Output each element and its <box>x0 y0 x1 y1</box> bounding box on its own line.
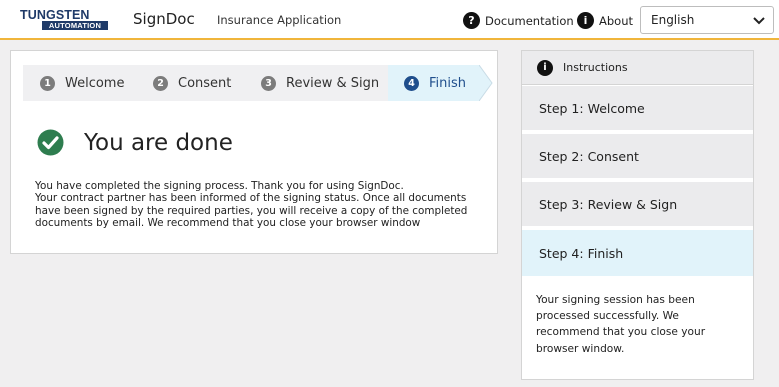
step-arrow-tip <box>479 65 493 101</box>
language-selected-value: English <box>651 13 695 27</box>
progress-step-welcome[interactable]: 1 Welcome <box>23 65 138 101</box>
completion-message: You have completed the signing process. … <box>35 180 485 229</box>
document-title: Insurance Application <box>217 13 342 27</box>
documentation-label: Documentation <box>485 13 574 28</box>
completion-message-line: have been signed by the required parties… <box>35 204 468 217</box>
check-circle-icon <box>37 129 64 156</box>
language-select[interactable]: English <box>640 6 774 34</box>
progress-step-review-sign[interactable]: 3 Review & Sign <box>246 65 388 101</box>
tungsten-automation-logo[interactable]: TUNGSTEN AUTOMATION <box>20 9 108 31</box>
instruction-step-label: Step 3: Review & Sign <box>539 196 678 212</box>
info-circle-icon: i <box>537 59 553 76</box>
instruction-step-welcome[interactable]: Step 1: Welcome <box>522 86 753 132</box>
instructions-message-line: browser window. <box>536 342 625 355</box>
instructions-message-line: processed successfully. We <box>536 310 679 323</box>
instruction-step-label: Step 1: Welcome <box>539 100 645 116</box>
completion-message-line: You have completed the signing process. … <box>35 180 404 192</box>
step-label: Review & Sign <box>286 75 380 91</box>
question-circle-icon: ? <box>463 12 480 29</box>
progress-step-consent[interactable]: 2 Consent <box>138 65 246 101</box>
instruction-step-finish[interactable]: Step 4: Finish <box>522 230 753 276</box>
chevron-down-icon <box>753 17 765 25</box>
instructions-message-line: recommend that you close your <box>536 326 706 339</box>
about-link[interactable]: i About <box>577 12 633 29</box>
instruction-step-label: Step 2: Consent <box>539 148 639 164</box>
step-number-badge: 4 <box>404 75 419 91</box>
step-label: Finish <box>429 75 467 91</box>
instruction-step-review-sign[interactable]: Step 3: Review & Sign <box>522 182 753 228</box>
app-header: TUNGSTEN AUTOMATION SignDoc Insurance Ap… <box>0 0 779 40</box>
logo-top-text: TUNGSTEN <box>20 8 90 22</box>
progress-step-finish[interactable]: 4 Finish <box>388 65 480 101</box>
step-label: Consent <box>178 75 232 91</box>
instructions-panel: i Instructions Step 1: Welcome Step 2: C… <box>521 50 754 380</box>
app-name: SignDoc <box>133 10 195 28</box>
instructions-message-line: Your signing session has been <box>536 294 695 306</box>
logo-bottom-text: AUTOMATION <box>42 21 108 30</box>
completion-message-line: documents by email. We recommend that yo… <box>35 216 421 229</box>
documentation-link[interactable]: ? Documentation <box>463 12 574 29</box>
completion-message-line: Your contract partner has been informed … <box>35 192 467 205</box>
step-progress-bar: 1 Welcome 2 Consent 3 Review & Sign 4 Fi… <box>23 65 493 101</box>
instructions-message: Your signing session has been processed … <box>536 292 741 357</box>
step-number-badge: 2 <box>153 75 168 91</box>
step-number-badge: 3 <box>261 75 276 91</box>
completion-title: You are done <box>84 130 233 156</box>
instruction-step-label: Step 4: Finish <box>539 245 624 261</box>
instructions-title: Instructions <box>563 61 628 74</box>
instruction-step-consent[interactable]: Step 2: Consent <box>522 134 753 180</box>
instructions-header: i Instructions <box>522 51 753 85</box>
about-label: About <box>599 13 634 28</box>
step-label: Welcome <box>65 75 125 91</box>
main-card: 1 Welcome 2 Consent 3 Review & Sign 4 Fi… <box>10 50 498 254</box>
step-number-badge: 1 <box>40 75 55 91</box>
info-circle-icon: i <box>577 12 594 29</box>
